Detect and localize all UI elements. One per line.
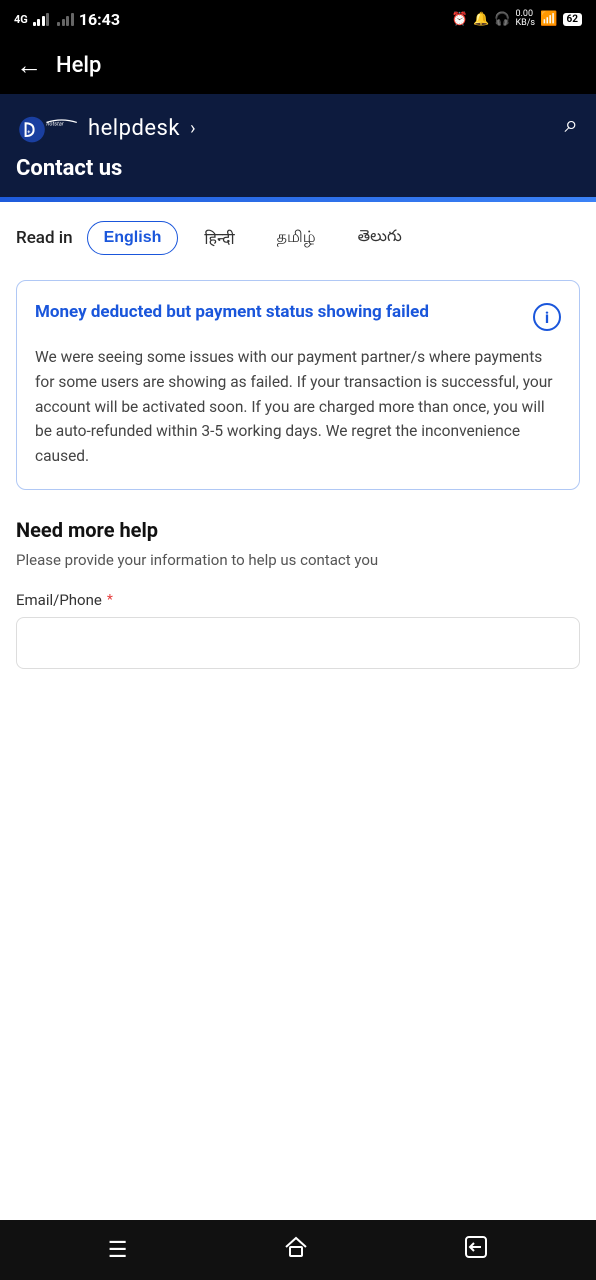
svg-text:hotstar: hotstar <box>46 122 63 128</box>
alarm-icon: ⏰ <box>452 12 468 27</box>
main-content: Money deducted but payment status showin… <box>0 270 596 1220</box>
signal-bars <box>33 12 50 26</box>
status-right: ⏰ 🔔 🎧 0.00KB/s 📶 62 <box>452 10 582 28</box>
status-left: 4G 16:43 <box>14 10 120 29</box>
chevron-right-icon: › <box>190 118 195 139</box>
language-bar: Read in English हिन्दी தமிழ் తెలుగు <box>0 202 596 270</box>
info-card: Money deducted but payment status showin… <box>16 280 580 490</box>
wifi-icon: 📶 <box>540 11 557 27</box>
card-title: Money deducted but payment status showin… <box>35 301 523 325</box>
need-more-help-section: Need more help Please provide your infor… <box>16 518 580 670</box>
need-more-help-subtitle: Please provide your information to help … <box>16 549 580 572</box>
header-banner: + hotstar helpdesk › ⌕ Contact us <box>0 94 596 197</box>
helpdesk-label: helpdesk <box>88 116 180 141</box>
hotstar-logo-svg: + hotstar <box>16 110 80 146</box>
email-phone-label: Email/Phone * <box>16 591 580 609</box>
read-in-label: Read in <box>16 228 73 248</box>
info-icon[interactable]: i <box>533 303 561 331</box>
email-phone-input[interactable] <box>16 617 580 669</box>
search-icon[interactable]: ⌕ <box>565 110 578 138</box>
need-more-help-title: Need more help <box>16 518 580 542</box>
home-icon[interactable] <box>275 1226 317 1274</box>
card-title-row: Money deducted but payment status showin… <box>35 301 561 331</box>
language-hindi[interactable]: हिन्दी <box>188 220 250 256</box>
required-star: * <box>107 592 113 608</box>
menu-icon[interactable]: ☰ <box>100 1230 136 1271</box>
top-nav: ← Help <box>0 36 596 94</box>
language-tamil[interactable]: தமிழ் <box>261 221 332 255</box>
hotstar-logo: + hotstar <box>16 110 80 146</box>
svg-text:+: + <box>27 130 30 136</box>
language-english[interactable]: English <box>87 221 179 255</box>
back-square-icon[interactable] <box>456 1227 496 1273</box>
back-button[interactable]: ← <box>16 52 42 78</box>
contact-us-heading: Contact us <box>16 156 580 197</box>
network-bars <box>57 12 74 26</box>
battery-level: 62 <box>563 13 582 26</box>
bottom-nav: ☰ <box>0 1220 596 1280</box>
card-body: We were seeing some issues with our paym… <box>35 345 561 469</box>
status-bar: 4G 16:43 ⏰ 🔔 🎧 0.00KB/s 📶 62 <box>0 0 596 36</box>
status-time: 16:43 <box>79 10 120 29</box>
carrier-label: 4G <box>14 13 28 26</box>
notification-icon: 🔔 <box>473 12 489 27</box>
helpdesk-row: + hotstar helpdesk › <box>16 110 580 146</box>
language-telugu[interactable]: తెలుగు <box>342 220 418 256</box>
page-title: Help <box>56 53 101 78</box>
headphone-icon: 🎧 <box>494 12 510 27</box>
data-icon: 0.00KB/s <box>515 10 535 28</box>
